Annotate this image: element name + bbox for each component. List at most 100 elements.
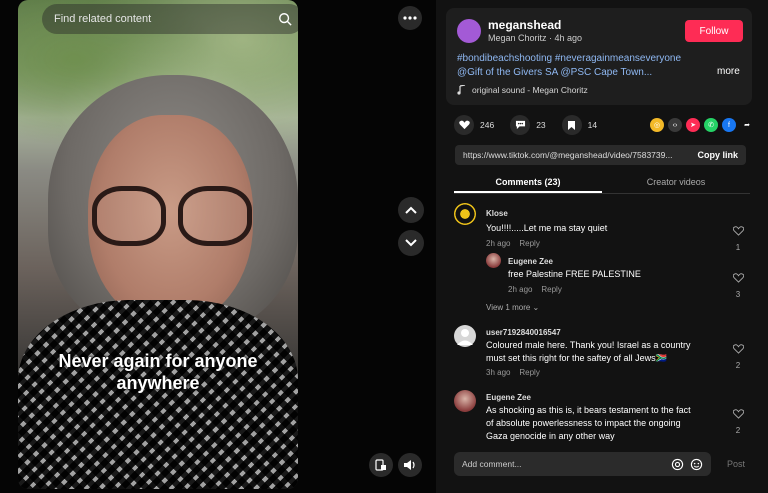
speaker-icon — [404, 460, 415, 470]
author-avatar[interactable] — [457, 19, 481, 43]
comment-time: 2h ago — [508, 285, 533, 294]
comment-item: Eugene Zee As shocking as this is, it be… — [454, 390, 754, 441]
reply-button[interactable]: Reply — [519, 368, 539, 377]
video-caption: Never again for anyone anywhere — [18, 350, 298, 394]
send-to-friends-icon[interactable]: ➤ — [686, 118, 700, 132]
description-hashtags[interactable]: #bondibeachshooting #neveragainmeansever… — [457, 52, 712, 66]
heart-outline-icon — [732, 226, 744, 236]
author-username[interactable]: meganshead — [488, 18, 561, 32]
comment-item: Klose You!!!!.....Let me ma stay quiet 2… — [454, 203, 754, 253]
video-subject-glasses — [88, 186, 258, 248]
comment-like[interactable]: 3 — [730, 270, 746, 299]
comment-text-line: Coloured male here. Thank you! Israel as… — [486, 340, 691, 350]
more-link[interactable]: more — [717, 66, 740, 77]
caption-line-2: anywhere — [116, 373, 200, 393]
panel-tabs: Comments (23) Creator videos — [454, 172, 750, 194]
music-note-icon — [457, 85, 466, 95]
reply-button[interactable]: Reply — [519, 239, 539, 248]
commenter-name[interactable]: Klose — [486, 209, 508, 218]
commenter-name[interactable]: user7192840016547 — [486, 328, 561, 337]
post-time: 4h ago — [554, 33, 583, 43]
post-comment-button[interactable]: Post — [727, 459, 745, 469]
commenter-avatar[interactable] — [486, 253, 501, 268]
copy-link-button[interactable]: Copy link — [697, 150, 738, 160]
pip-icon — [375, 459, 386, 471]
whatsapp-icon[interactable]: ✆ — [704, 118, 718, 132]
commenter-name[interactable]: Eugene Zee — [508, 257, 553, 266]
facebook-icon[interactable]: f — [722, 118, 736, 132]
comment-meta: 2h ago Reply — [508, 285, 562, 294]
post-info-card: meganshead Megan Choritz · 4h ago Follow… — [446, 8, 752, 105]
caption-line-1: Never again for anyone — [58, 351, 258, 371]
comment-meta: 2h ago Reply — [486, 239, 540, 248]
author-subline: Megan Choritz · 4h ago — [488, 33, 583, 43]
commenter-avatar[interactable] — [454, 390, 476, 412]
comment-text-line: must set this right for the saftey of al… — [486, 353, 667, 363]
search-icon[interactable] — [278, 12, 292, 26]
commenter-name[interactable]: Eugene Zee — [486, 393, 531, 402]
reply-item: Eugene Zee free Palestine FREE PALESTINE… — [486, 253, 754, 299]
emoji-icon[interactable] — [690, 458, 703, 471]
mention-icon[interactable] — [671, 458, 684, 471]
previous-video-button[interactable] — [398, 197, 424, 223]
heart-icon — [454, 115, 474, 135]
video-url[interactable]: https://www.tiktok.com/@meganshead/video… — [463, 150, 689, 160]
comment-like[interactable]: 2 — [730, 341, 746, 370]
heart-outline-icon — [732, 273, 744, 283]
comment-input[interactable]: Add comment... — [454, 452, 711, 476]
comment-text: free Palestine FREE PALESTINE — [508, 269, 641, 279]
save-count: 14 — [587, 120, 598, 130]
comment-like[interactable]: 2 — [730, 406, 746, 435]
chevron-up-icon — [405, 206, 417, 214]
comment-time: 3h ago — [486, 368, 511, 377]
view-more-replies[interactable]: View 1 more ⌄ — [486, 303, 539, 312]
share-arrow-icon[interactable]: ➦ — [740, 118, 754, 132]
next-video-button[interactable] — [398, 230, 424, 256]
repost-icon[interactable]: ◎ — [650, 118, 664, 132]
search-placeholder: Find related content — [54, 13, 152, 25]
comment-text-line: As shocking as this is, it bears testame… — [486, 405, 691, 415]
sound-link[interactable]: original sound - Megan Choritz — [457, 85, 588, 95]
comment-like-count: 1 — [735, 243, 741, 252]
author-name: Megan Choritz — [488, 33, 547, 43]
comment-text-line: of absolute powerlessness to impact the … — [486, 418, 681, 428]
comment-like-count: 2 — [735, 426, 741, 435]
comment-action[interactable]: 23 — [510, 115, 546, 135]
tab-creator-videos[interactable]: Creator videos — [602, 172, 750, 193]
share-icons: ◎ ‹› ➤ ✆ f ➦ — [650, 118, 754, 132]
comment-icon — [510, 115, 531, 135]
like-action[interactable]: 246 — [454, 115, 494, 135]
bookmark-icon — [561, 115, 582, 135]
video-area: Find related content Never again for any… — [0, 0, 436, 493]
follow-button[interactable]: Follow — [685, 20, 743, 42]
comment-time: 2h ago — [486, 239, 511, 248]
volume-button[interactable] — [398, 453, 422, 477]
reply-button[interactable]: Reply — [541, 285, 561, 294]
comment-text: You!!!!.....Let me ma stay quiet — [486, 223, 608, 233]
commenter-avatar[interactable] — [454, 325, 476, 347]
save-action[interactable]: 14 — [561, 115, 598, 135]
details-panel: meganshead Megan Choritz · 4h ago Follow… — [436, 0, 768, 493]
description-mentions[interactable]: @Gift of the Givers SA @PSC Cape Town... — [457, 66, 712, 80]
ellipsis-icon — [403, 16, 417, 20]
sound-name: original sound - Megan Choritz — [472, 85, 588, 95]
comment-like[interactable]: 1 — [730, 223, 746, 252]
tiktok-video-page: Find related content Never again for any… — [0, 0, 768, 493]
picture-in-picture-button[interactable] — [369, 453, 393, 477]
post-description: #bondibeachshooting #neveragainmeansever… — [457, 52, 712, 80]
video-player[interactable]: Find related content Never again for any… — [18, 0, 298, 489]
embed-icon[interactable]: ‹› — [668, 118, 682, 132]
comment-count: 23 — [536, 120, 546, 130]
video-subject-scarf — [18, 300, 298, 489]
comment-placeholder: Add comment... — [462, 459, 522, 469]
more-options-button[interactable] — [398, 6, 422, 30]
search-input[interactable]: Find related content — [42, 4, 298, 34]
comment-text: As shocking as this is, it bears testame… — [486, 404, 726, 441]
comment-text: Coloured male here. Thank you! Israel as… — [486, 339, 726, 365]
tab-comments[interactable]: Comments (23) — [454, 172, 602, 193]
comment-like-count: 3 — [735, 290, 741, 299]
commenter-avatar[interactable] — [454, 203, 476, 225]
comment-text-line: Gaza genocide in any other way — [486, 431, 615, 441]
chevron-down-icon — [405, 239, 417, 247]
heart-outline-icon — [732, 344, 744, 354]
